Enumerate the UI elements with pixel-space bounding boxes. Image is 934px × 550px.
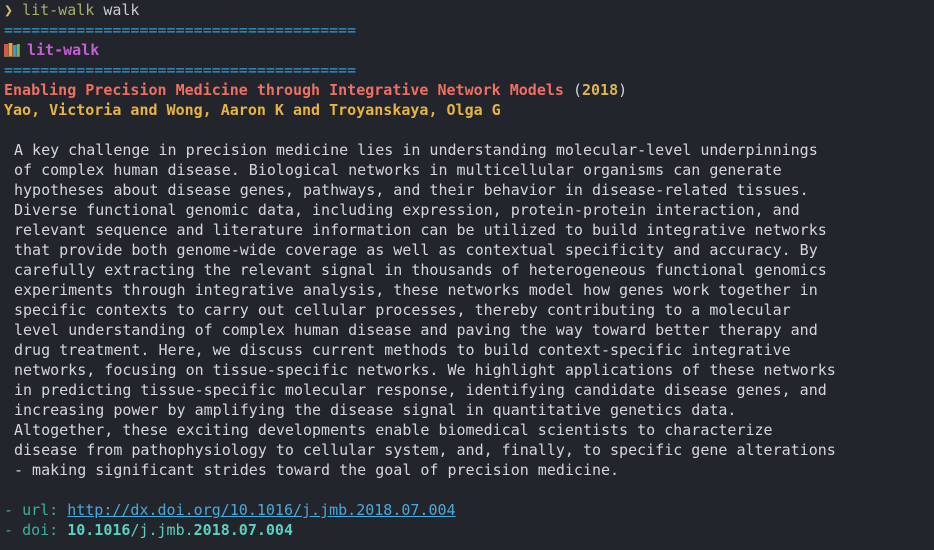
abstract-line: drug treatment. Here, we discuss current…: [14, 341, 791, 359]
abstract-line: specific contexts to carry out cellular …: [14, 301, 791, 319]
abstract-line: disease from pathophysiology to cellular…: [14, 441, 836, 459]
paper-year: 2018: [581, 81, 619, 99]
year-close-paren: ): [618, 81, 628, 99]
terminal-window: ❯ lit-walk walk ========================…: [0, 0, 934, 550]
abstract-line: carefully extracting the relevant signal…: [14, 261, 827, 279]
paper-abstract: A key challenge in precision medicine li…: [14, 140, 934, 480]
abstract-line: increasing power by amplifying the disea…: [14, 401, 737, 419]
abstract-line: of complex human disease. Biological net…: [14, 161, 782, 179]
prompt-command: lit-walk: [22, 1, 95, 19]
abstract-line: level understanding of complex human dis…: [14, 321, 818, 339]
abstract-line: hypotheses about disease genes, pathways…: [14, 181, 809, 199]
paper-title: Enabling Precision Medicine through Inte…: [4, 81, 564, 99]
abstract-line: experiments through integrative analysis…: [14, 281, 818, 299]
doi-prefix: 10.1016: [67, 521, 131, 539]
abstract-line: A key challenge in precision medicine li…: [14, 141, 818, 159]
prompt-chevron-icon: ❯: [4, 1, 14, 19]
books-icon: [4, 43, 20, 57]
app-header: lit-walk: [4, 40, 934, 60]
separator-rule-top: =======================================: [4, 21, 357, 39]
doi-journal: /j.jmb.: [130, 521, 194, 539]
list-bullet: -: [4, 521, 14, 539]
command-prompt-line: ❯ lit-walk walk: [4, 0, 934, 20]
abstract-line: Altogether, these exciting developments …: [14, 421, 773, 439]
paper-metadata: - url: http://dx.doi.org/10.1016/j.jmb.2…: [4, 500, 934, 540]
url-row: - url: http://dx.doi.org/10.1016/j.jmb.2…: [4, 500, 934, 520]
abstract-line: networks, focusing on tissue-specific ne…: [14, 361, 836, 379]
doi-label: doi:: [22, 521, 59, 539]
abstract-line: Diverse functional genomic data, includi…: [14, 201, 800, 219]
abstract-line: in predicting tissue-specific molecular …: [14, 381, 827, 399]
doi-suffix: 2018.07.004: [193, 521, 293, 539]
doi-url-link[interactable]: http://dx.doi.org/10.1016/j.jmb.2018.07.…: [67, 501, 455, 519]
url-label: url:: [22, 501, 59, 519]
year-open-paren: (: [572, 81, 582, 99]
abstract-line: relevant sequence and literature informa…: [14, 221, 827, 239]
prompt-argument: walk: [103, 1, 140, 19]
app-name: lit-walk: [27, 41, 100, 59]
doi-row: - doi: 10.1016/j.jmb.2018.07.004: [4, 520, 934, 540]
abstract-line: that provide both genome-wide coverage a…: [14, 241, 818, 259]
separator-rule-bottom: =======================================: [4, 61, 357, 79]
paper-authors: Yao, Victoria and Wong, Aaron K and Troy…: [4, 101, 501, 119]
list-bullet: -: [4, 501, 14, 519]
paper-title-line: Enabling Precision Medicine through Inte…: [4, 80, 934, 100]
abstract-line: - making significant strides toward the …: [14, 461, 620, 479]
